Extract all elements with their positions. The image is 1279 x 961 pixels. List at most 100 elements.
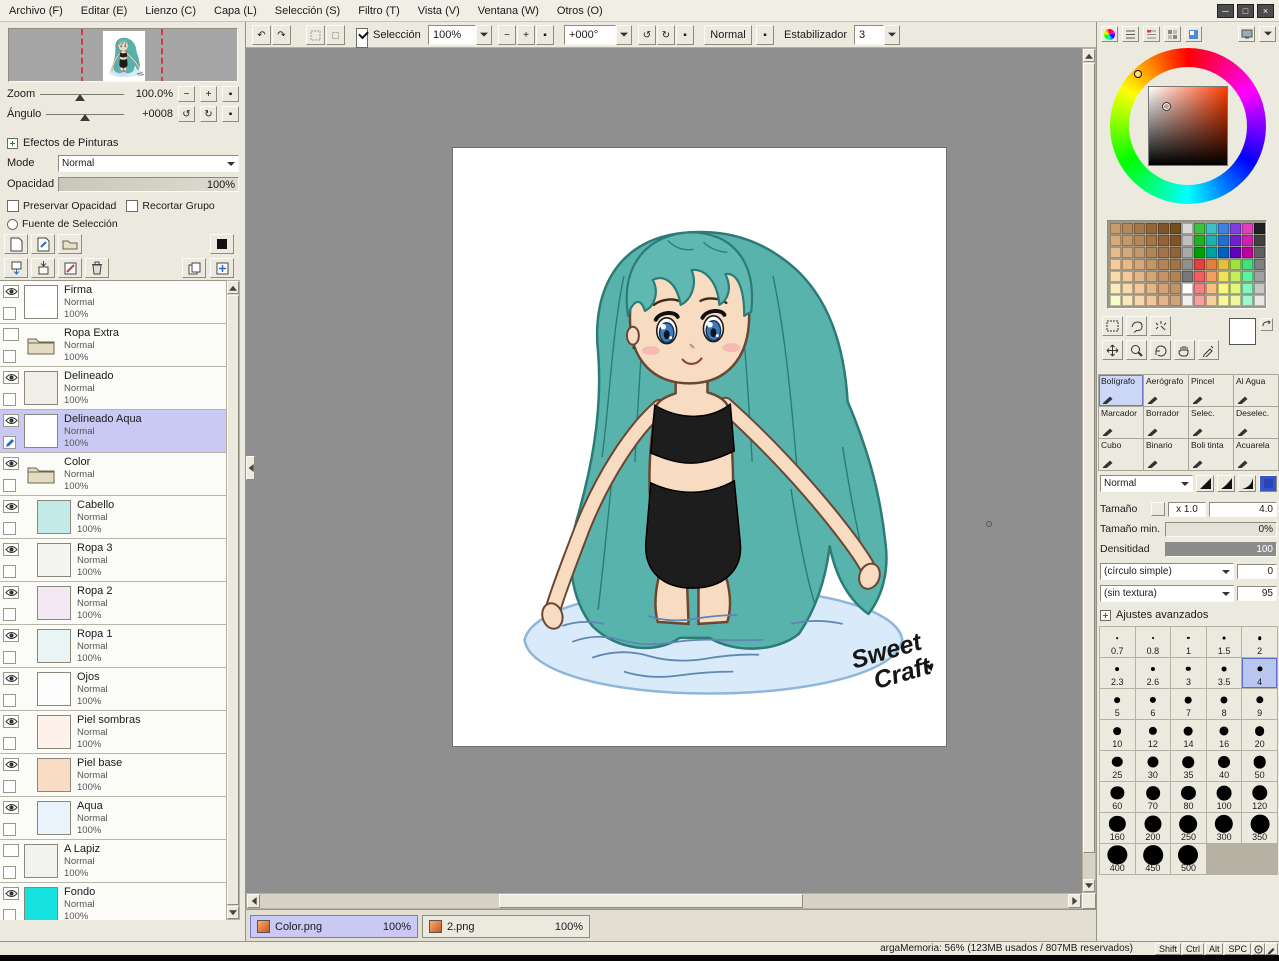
- color-swatch[interactable]: [1110, 271, 1121, 282]
- color-swatch[interactable]: [1146, 295, 1157, 306]
- color-swatch[interactable]: [1230, 259, 1241, 270]
- layer-visibility-toggle[interactable]: [3, 586, 19, 599]
- angle-dropdown-button[interactable]: [616, 25, 632, 45]
- nav-angle-slider[interactable]: [46, 108, 124, 121]
- color-swatch[interactable]: [1182, 235, 1193, 246]
- clear-layer-button[interactable]: [58, 258, 82, 278]
- color-swatch[interactable]: [1194, 247, 1205, 258]
- selection-shrink-button[interactable]: [326, 25, 345, 45]
- color-panel-menu-button[interactable]: [1259, 26, 1276, 42]
- brush-size-value[interactable]: 4.0: [1209, 501, 1277, 517]
- input-mode-icon[interactable]: [1252, 943, 1265, 955]
- layer-row-aqua[interactable]: Aqua Normal 100%: [0, 797, 226, 840]
- color-swatch[interactable]: [1242, 271, 1253, 282]
- selection-expand-button[interactable]: [306, 25, 325, 45]
- nav-zoom-reset-button[interactable]: ▪: [222, 86, 239, 102]
- menu-capa[interactable]: Capa (L): [205, 2, 266, 20]
- menu-otros[interactable]: Otros (O): [548, 2, 612, 20]
- brush-size-9[interactable]: 9: [1242, 689, 1277, 719]
- pen-settings-icon[interactable]: [1265, 943, 1278, 955]
- selection-source-radio[interactable]: [7, 218, 18, 230]
- color-swatch[interactable]: [1122, 223, 1133, 234]
- saturation-value-square[interactable]: [1148, 86, 1228, 166]
- color-swatch[interactable]: [1134, 235, 1145, 246]
- brush-size-35[interactable]: 35: [1171, 751, 1206, 781]
- brush-blend-select[interactable]: Normal: [1100, 474, 1193, 492]
- color-swatch[interactable]: [1242, 235, 1253, 246]
- color-swatch[interactable]: [1194, 259, 1205, 270]
- tool-deselec-[interactable]: Deselec.: [1234, 407, 1278, 438]
- stabilizer-field[interactable]: 3: [854, 25, 884, 45]
- color-swatch[interactable]: [1170, 247, 1181, 258]
- brush-size-450[interactable]: 450: [1135, 844, 1171, 874]
- brush-size-400[interactable]: 400: [1100, 844, 1135, 874]
- brush-shape-4-icon[interactable]: [1259, 474, 1277, 492]
- brush-size-6[interactable]: 6: [1135, 689, 1171, 719]
- color-swatch[interactable]: [1122, 259, 1133, 270]
- document-tab-2-png[interactable]: 2.png 100%: [422, 915, 590, 938]
- layer-active-indicator[interactable]: [3, 780, 16, 793]
- color-swatch[interactable]: [1158, 259, 1169, 270]
- layer-visibility-toggle[interactable]: [3, 887, 19, 900]
- layer-active-indicator[interactable]: [3, 522, 16, 535]
- layer-visibility-toggle[interactable]: [3, 457, 19, 470]
- color-swatch[interactable]: [1158, 223, 1169, 234]
- color-swatch[interactable]: [1110, 259, 1121, 270]
- layer-visibility-toggle[interactable]: [3, 543, 19, 556]
- brush-size-25[interactable]: 25: [1100, 751, 1135, 781]
- color-swatch[interactable]: [1158, 247, 1169, 258]
- brush-shape-2-icon[interactable]: [1217, 474, 1235, 492]
- color-swatch[interactable]: [1170, 271, 1181, 282]
- layer-visibility-toggle[interactable]: [3, 371, 19, 384]
- color-swatch[interactable]: [1134, 271, 1145, 282]
- layer-row-delineado-aqua[interactable]: Delineado Aqua Normal 100%: [0, 410, 226, 453]
- menu-lienzo[interactable]: Lienzo (C): [136, 2, 205, 20]
- layer-active-indicator[interactable]: [3, 694, 16, 707]
- eyedropper-icon[interactable]: [1198, 340, 1219, 360]
- color-swatch[interactable]: [1206, 259, 1217, 270]
- color-swatch[interactable]: [1242, 295, 1253, 306]
- zoom-tool-icon[interactable]: [1126, 340, 1147, 360]
- canvas-document[interactable]: [452, 147, 947, 747]
- brush-size-multiplier[interactable]: x 1.0: [1168, 501, 1206, 517]
- color-swatch[interactable]: [1182, 271, 1193, 282]
- color-swatch[interactable]: [1122, 235, 1133, 246]
- key-indicator-alt[interactable]: Alt: [1204, 943, 1224, 955]
- new-folder-button[interactable]: [58, 234, 82, 254]
- swap-colors-icon[interactable]: [1260, 318, 1273, 331]
- color-swatch[interactable]: [1146, 235, 1157, 246]
- color-swatch[interactable]: [1218, 223, 1229, 234]
- brush-size-40[interactable]: 40: [1206, 751, 1242, 781]
- color-swatch[interactable]: [1194, 283, 1205, 294]
- nav-zoom-out-button[interactable]: −: [178, 86, 195, 102]
- color-swatch[interactable]: [1218, 295, 1229, 306]
- layer-row-ropa-2[interactable]: Ropa 2 Normal 100%: [0, 582, 226, 625]
- layer-row-ojos[interactable]: Ojos Normal 100%: [0, 668, 226, 711]
- brush-size-30[interactable]: 30: [1135, 751, 1171, 781]
- screen-color-icon[interactable]: [1238, 26, 1255, 42]
- hand-tool-icon[interactable]: [1174, 340, 1195, 360]
- color-swatch[interactable]: [1254, 295, 1265, 306]
- new-lineart-layer-button[interactable]: [31, 234, 55, 254]
- layer-row-color[interactable]: Color Normal 100%: [0, 453, 226, 496]
- transfer-down-button[interactable]: [4, 258, 28, 278]
- sv-marker[interactable]: [1162, 102, 1171, 111]
- color-swatch[interactable]: [1218, 271, 1229, 282]
- zoom-reset-button[interactable]: ▪: [536, 25, 554, 45]
- color-swatch[interactable]: [1170, 223, 1181, 234]
- swatches-tab-icon[interactable]: [1164, 26, 1181, 42]
- layer-row-piel-sombras[interactable]: Piel sombras Normal 100%: [0, 711, 226, 754]
- merge-down-button[interactable]: [31, 258, 55, 278]
- color-wheel-tab-icon[interactable]: [1101, 26, 1118, 42]
- color-swatch[interactable]: [1218, 235, 1229, 246]
- redo-button[interactable]: ↷: [272, 25, 291, 45]
- brush-size-10[interactable]: 10: [1100, 720, 1135, 750]
- color-swatch[interactable]: [1254, 271, 1265, 282]
- color-swatch[interactable]: [1182, 247, 1193, 258]
- selection-show-checkbox[interactable]: [356, 28, 368, 48]
- tool-al-agua[interactable]: Al Agua: [1234, 375, 1278, 406]
- layer-active-indicator[interactable]: [3, 436, 16, 449]
- color-swatch[interactable]: [1206, 295, 1217, 306]
- maximize-button[interactable]: □: [1237, 3, 1254, 18]
- stabilizer-dropdown-button[interactable]: [884, 25, 900, 45]
